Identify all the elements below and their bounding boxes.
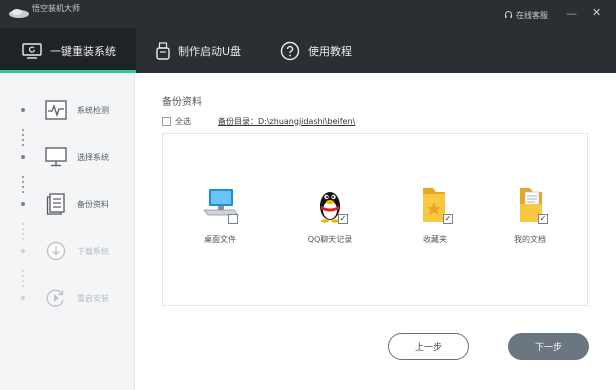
tab-label: 一键重装系统 <box>50 44 116 58</box>
step-label: 选择系统 <box>77 152 109 162</box>
backup-item-desktop[interactable]: 桌面文件 <box>180 184 260 245</box>
item-label: 桌面文件 <box>204 235 236 244</box>
tab-label: 使用教程 <box>308 44 352 58</box>
select-all-checkbox[interactable]: 全选 <box>162 116 191 127</box>
download-icon <box>45 239 67 263</box>
question-circle-icon <box>280 41 300 61</box>
document-icon <box>45 192 67 216</box>
step-label: 下载系统 <box>77 246 109 256</box>
step-bullet <box>21 202 25 206</box>
top-navigation: 一键重装系统 制作启动U盘 使用教程 <box>0 28 396 73</box>
step-system-check: 系统检测 <box>0 98 135 122</box>
next-step-button[interactable]: 下一步 <box>508 333 589 360</box>
item-checkbox[interactable]: ✓ <box>443 214 453 224</box>
minimize-button[interactable]: — <box>566 7 577 20</box>
monitor-icon <box>22 42 42 59</box>
usb-drive-icon <box>156 41 170 60</box>
tab-make-usb[interactable]: 制作启动U盘 <box>136 28 266 73</box>
tab-label: 制作启动U盘 <box>178 44 242 58</box>
backup-item-favorites[interactable]: ✓ 收藏夹 <box>395 184 475 245</box>
step-label: 重启安装 <box>77 293 109 303</box>
backup-item-qq-chat[interactable]: ✓ QQ聊天记录 <box>290 184 370 245</box>
backup-directory-link[interactable]: 备份目录：D:\zhuangjidashi\beifen\ <box>218 116 355 127</box>
item-checkbox[interactable]: ✓ <box>538 214 548 224</box>
backup-items-panel: 桌面文件 ✓ QQ聊天记录 ✓ 收藏夹 ✓ 我的文档 <box>162 133 588 306</box>
step-bullet <box>21 249 25 253</box>
online-help-button[interactable]: 在线客服 <box>504 10 548 21</box>
close-button[interactable]: ✕ <box>592 6 601 19</box>
step-restart-install: 重启安装 <box>0 286 135 310</box>
headset-icon <box>504 10 513 21</box>
step-bullet <box>21 155 25 159</box>
step-label: 备份资料 <box>77 199 109 209</box>
step-bullet <box>21 108 25 112</box>
steps-sidebar: 系统检测 选择系统 备份资料 下载系统 重启安装 <box>0 73 135 390</box>
step-download-system: 下载系统 <box>0 239 135 263</box>
item-label: QQ聊天记录 <box>307 235 353 244</box>
app-title: 悟空装机大师 <box>32 4 80 13</box>
section-title: 备份资料 <box>162 97 202 108</box>
item-checkbox[interactable]: ✓ <box>338 214 348 224</box>
select-all-label: 全选 <box>175 117 191 126</box>
app-logo-icon <box>8 4 30 18</box>
item-label: 收藏夹 <box>423 235 447 244</box>
online-help-label: 在线客服 <box>516 11 548 20</box>
backup-item-my-documents[interactable]: ✓ 我的文档 <box>490 184 570 245</box>
restart-icon <box>45 286 67 310</box>
item-label: 我的文档 <box>514 235 546 244</box>
desktop-icon <box>45 145 67 169</box>
previous-step-button[interactable]: 上一步 <box>388 333 469 360</box>
tab-tutorial[interactable]: 使用教程 <box>266 28 396 73</box>
title-bar: 悟空装机大师 在线客服 — ✕ 一键重装系统 制作启动U盘 使用教程 <box>0 0 616 73</box>
step-bullet <box>21 296 25 300</box>
item-checkbox[interactable] <box>228 214 238 224</box>
tab-one-click-reinstall[interactable]: 一键重装系统 <box>0 28 136 73</box>
step-backup-data: 备份资料 <box>0 192 135 216</box>
checkbox-box <box>162 117 171 126</box>
step-select-system: 选择系统 <box>0 145 135 169</box>
step-label: 系统检测 <box>77 105 109 115</box>
pulse-monitor-icon <box>45 98 67 122</box>
